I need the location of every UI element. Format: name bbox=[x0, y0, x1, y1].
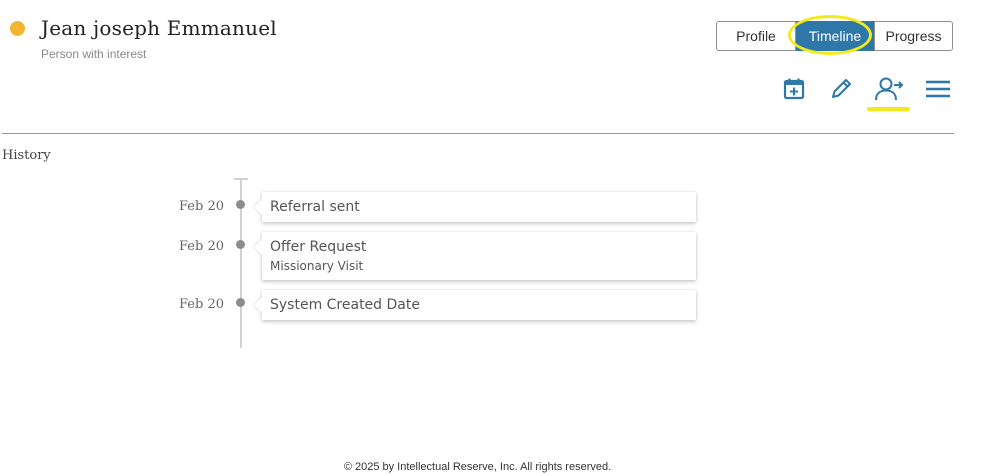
person-name: Jean joseph Emmanuel bbox=[41, 16, 277, 40]
copyright-footer: © 2025 by Intellectual Reserve, Inc. All… bbox=[343, 461, 612, 473]
event-date: Feb 20 bbox=[179, 297, 224, 312]
person-status-label: Person with interest bbox=[41, 47, 147, 61]
event-title: Referral sent bbox=[270, 199, 360, 215]
header-divider bbox=[2, 133, 954, 134]
history-section-title: History bbox=[2, 148, 51, 163]
user-referral-icon[interactable] bbox=[874, 76, 904, 102]
tab-progress[interactable]: Progress bbox=[874, 21, 953, 51]
timeline-event-card: System Created Date bbox=[262, 290, 696, 320]
event-title: System Created Date bbox=[270, 297, 420, 313]
calendar-add-icon[interactable] bbox=[781, 76, 807, 102]
highlight-underline-annotation bbox=[867, 107, 910, 111]
status-indicator-dot bbox=[10, 21, 25, 36]
view-tabs: Profile Timeline Progress bbox=[716, 21, 953, 51]
pencil-edit-icon[interactable] bbox=[828, 76, 854, 102]
timeline-dot bbox=[236, 200, 245, 209]
hamburger-menu-icon[interactable] bbox=[925, 76, 951, 102]
timeline-event-card: Referral sent bbox=[262, 192, 696, 222]
event-date: Feb 20 bbox=[179, 199, 224, 214]
tab-profile[interactable]: Profile bbox=[716, 21, 796, 51]
event-date: Feb 20 bbox=[179, 239, 224, 254]
tab-timeline[interactable]: Timeline bbox=[796, 21, 874, 51]
timeline-event-card: Offer Request Missionary Visit bbox=[262, 232, 696, 280]
timeline-dot bbox=[236, 240, 245, 249]
timeline-dot bbox=[236, 298, 245, 307]
event-title: Offer Request bbox=[270, 239, 367, 255]
event-detail: Missionary Visit bbox=[270, 259, 364, 273]
